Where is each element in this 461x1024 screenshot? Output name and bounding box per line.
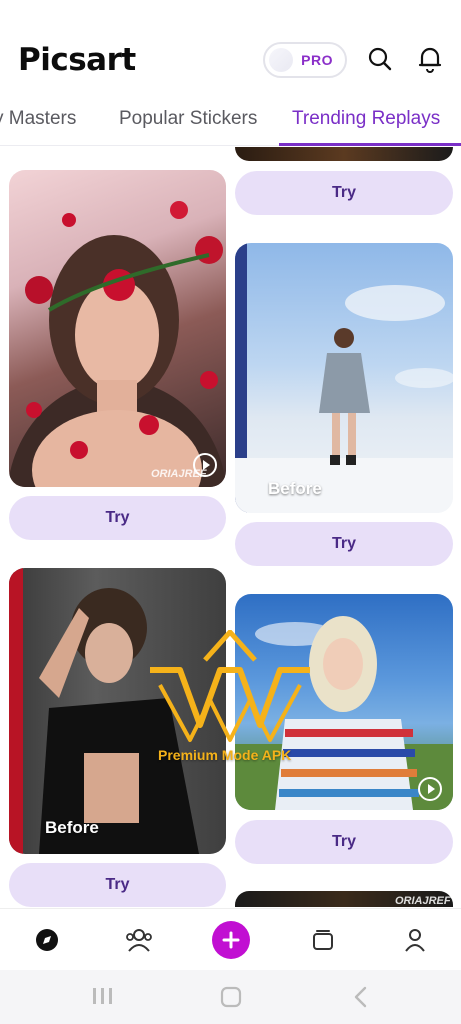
man-portrait-illustration <box>9 568 199 854</box>
creator-watermark: ORIAJREF <box>151 468 207 480</box>
active-tab-indicator <box>279 143 461 146</box>
before-label: Before <box>268 479 322 498</box>
header: Picsart PRO <box>0 0 461 100</box>
replay-feed[interactable]: Try ORIAJREF Try Before Try Before Try T… <box>0 147 461 907</box>
replay-card-image[interactable]: Before <box>9 568 226 854</box>
folder-icon[interactable] <box>308 925 338 955</box>
replay-card-image[interactable] <box>235 594 453 810</box>
person-icon[interactable] <box>400 925 430 955</box>
replay-card-image[interactable]: Before <box>235 243 453 513</box>
try-button[interactable]: Try <box>235 820 453 864</box>
bottom-navigation <box>0 908 461 970</box>
tab-trending-replays[interactable]: Trending Replays <box>292 108 440 130</box>
people-icon[interactable] <box>124 925 154 955</box>
tab-masters[interactable]: y Masters <box>0 108 76 130</box>
snow-portrait-illustration <box>235 243 453 513</box>
try-button[interactable]: Try <box>9 863 226 907</box>
before-label: Before <box>45 818 99 837</box>
try-button[interactable]: Try <box>235 522 453 566</box>
bell-icon[interactable] <box>415 44 445 74</box>
tab-popular-stickers[interactable]: Popular Stickers <box>119 108 257 130</box>
creator-watermark: ORIAJREF <box>395 895 451 907</box>
replay-icon[interactable] <box>418 777 442 801</box>
try-button[interactable]: Try <box>9 496 226 540</box>
recent-apps-icon[interactable] <box>92 986 114 1011</box>
pro-toggle[interactable]: PRO <box>263 42 347 78</box>
try-button[interactable]: Try <box>235 171 453 215</box>
rose-portrait-illustration <box>9 201 226 487</box>
search-icon[interactable] <box>365 44 395 74</box>
replay-card-image[interactable]: ORIAJREF <box>9 170 226 487</box>
toggle-knob <box>269 48 293 72</box>
back-icon[interactable] <box>352 986 368 1013</box>
blonde-portrait-illustration <box>235 616 453 810</box>
category-tabs: y Masters Popular Stickers Trending Repl… <box>0 100 461 146</box>
app-logo: Picsart <box>18 42 136 78</box>
plus-icon[interactable] <box>212 921 250 959</box>
system-navigation-bar <box>0 970 461 1024</box>
replay-card-image[interactable]: ORIAJREF <box>235 891 453 907</box>
pro-label: PRO <box>301 52 333 68</box>
replay-card-image[interactable] <box>235 147 453 161</box>
compass-icon[interactable] <box>32 925 62 955</box>
home-icon[interactable] <box>220 986 242 1013</box>
